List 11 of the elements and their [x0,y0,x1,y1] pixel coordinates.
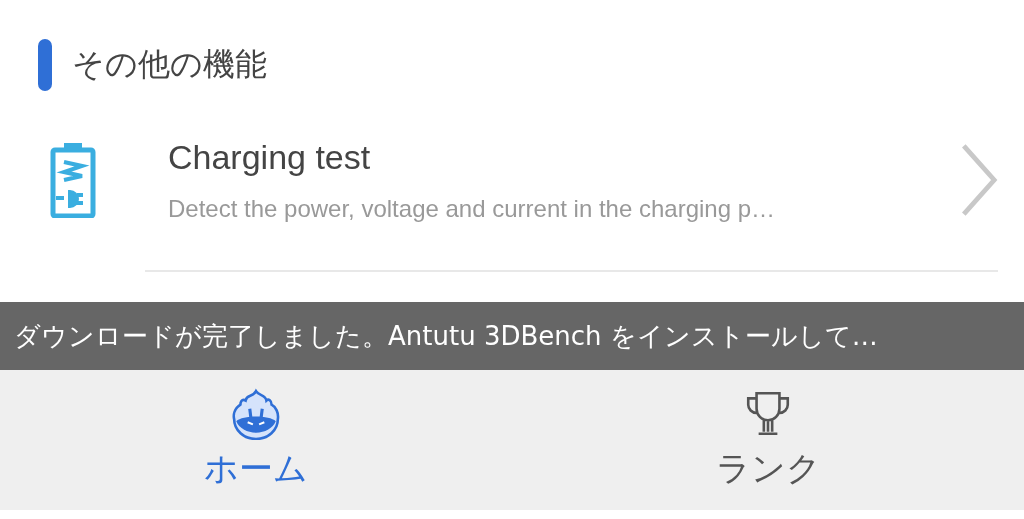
section-title: その他の機能 [72,44,267,85]
flame-mascot-icon [230,388,282,440]
item-description: Detect the power, voltage and current in the charging p… [168,194,777,223]
section-accent-bar [38,39,52,91]
list-item[interactable]: Charging test Detect the power, voltage and current in the charging p… [0,120,1024,240]
nav-tab[interactable]: ホーム [0,370,512,510]
chevron-right-icon [960,142,998,218]
toast-message: ダウンロードが完了しました。Antutu 3DBench をインストールして… [0,302,1024,370]
battery-plug-icon [50,142,96,218]
item-title: Charging test [168,137,372,177]
nav-tab[interactable]: ランク [512,370,1024,510]
